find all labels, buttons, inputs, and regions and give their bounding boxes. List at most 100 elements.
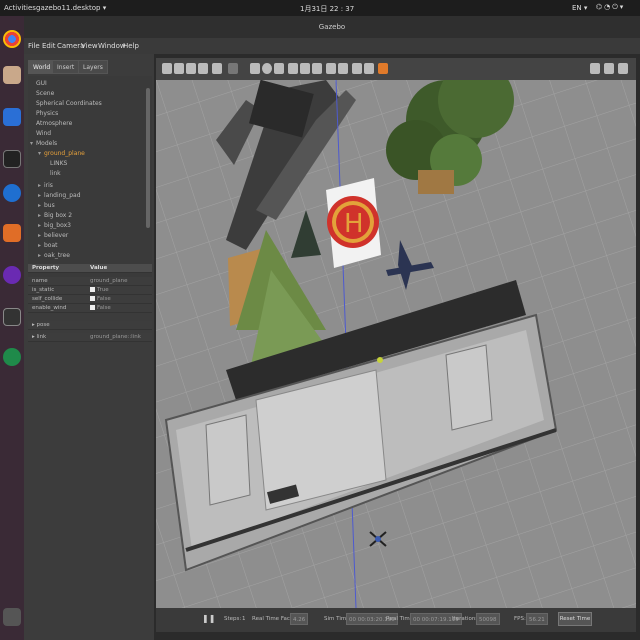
property-row-name[interactable]: name ground_plane (28, 277, 152, 286)
property-row-self-collide[interactable]: self_collide False (28, 295, 152, 304)
tree-item-link[interactable]: link (50, 170, 61, 177)
plot-icon[interactable] (618, 63, 628, 74)
tree-item-ground-plane[interactable]: ▾ ground_plane (38, 150, 85, 157)
selection-marker (377, 357, 383, 363)
software-icon[interactable] (3, 348, 21, 366)
box-shape-icon[interactable] (250, 63, 260, 74)
system-tray-icons[interactable]: ⌬◔⏻▾ (596, 3, 625, 12)
redo-icon[interactable] (228, 63, 238, 74)
model-label: oak_tree (44, 252, 70, 259)
tree-item-big-box3[interactable]: ▸ big_box3 (38, 222, 71, 229)
snap-icon[interactable] (364, 63, 374, 74)
align-icon[interactable] (352, 63, 362, 74)
checkbox-icon[interactable] (90, 296, 95, 301)
tab-insert[interactable]: Insert (52, 60, 80, 74)
models-label: Models (36, 140, 58, 147)
rotate-mode-icon[interactable] (186, 63, 196, 74)
select-mode-icon[interactable] (162, 63, 172, 74)
extension-icon[interactable] (3, 266, 21, 284)
property-key: ▸ pose (32, 322, 50, 328)
model-label: big_box3 (44, 222, 71, 229)
menu-file[interactable]: File (28, 42, 40, 50)
tree-item-physics[interactable]: Physics (36, 110, 58, 117)
tree-item-atmosphere[interactable]: Atmosphere (36, 120, 72, 127)
dock (0, 16, 24, 640)
tree-item-iris[interactable]: ▸ iris (38, 182, 53, 189)
property-header: Property Value (28, 264, 152, 273)
undo-icon[interactable] (212, 63, 222, 74)
monitor-icon[interactable] (3, 150, 21, 168)
checkbox-icon[interactable] (90, 305, 95, 310)
tree-item-spherical[interactable]: Spherical Coordinates (36, 100, 102, 107)
pose-label: pose (36, 322, 50, 328)
checkbox-checked-icon[interactable] (90, 287, 95, 292)
steps-label: Steps: (224, 616, 242, 622)
teamviewer-icon[interactable] (3, 184, 21, 202)
property-row-link[interactable]: ▸ link ground_plane::link (28, 333, 152, 342)
link-label: link (36, 334, 47, 340)
screenshot-icon[interactable] (590, 63, 600, 74)
reset-time-button[interactable]: Reset Time (558, 612, 592, 626)
menu-help[interactable]: Help (123, 42, 139, 50)
log-icon[interactable] (604, 63, 614, 74)
landing-pad: H (326, 178, 381, 268)
terminal-icon[interactable] (3, 308, 21, 326)
apps-grid-icon[interactable] (3, 608, 21, 626)
checkbox-label: False (97, 296, 111, 302)
tree-scrollbar[interactable] (146, 88, 150, 228)
tree-item-wind[interactable]: Wind (36, 130, 51, 137)
pause-icon[interactable]: ❚❚ (202, 614, 215, 623)
chrome-icon[interactable] (3, 30, 21, 48)
menu-edit[interactable]: Edit (42, 42, 56, 50)
steps-value[interactable]: 1 (242, 616, 246, 622)
writer-icon[interactable] (3, 108, 21, 126)
tree-item-models[interactable]: ▾ Models (30, 140, 57, 147)
window-titlebar: Gazebo (24, 16, 640, 38)
model-label: iris (44, 182, 53, 189)
property-row-is-static[interactable]: is_static True (28, 286, 152, 295)
tree-item-scene[interactable]: Scene (36, 90, 54, 97)
point-light-icon[interactable] (288, 63, 298, 74)
sphere-shape-icon[interactable] (262, 63, 272, 74)
tree-item-oak-tree[interactable]: ▸ oak_tree (38, 252, 70, 259)
files-icon[interactable] (3, 66, 21, 84)
tree-item-believer[interactable]: ▸ believer (38, 232, 68, 239)
checkbox-label: False (97, 305, 111, 311)
tree-item-big-box-2[interactable]: ▸ Big box 2 (38, 212, 72, 219)
big-box-3 (418, 170, 454, 194)
activities-button[interactable]: Activities (4, 4, 36, 12)
cylinder-shape-icon[interactable] (274, 63, 284, 74)
change-view-icon[interactable] (378, 63, 388, 74)
ground-plane-label: ground_plane (44, 150, 85, 157)
scale-mode-icon[interactable] (198, 63, 208, 74)
language-indicator[interactable]: EN ▾ (572, 4, 587, 12)
property-row-pose[interactable]: ▸ pose (28, 321, 152, 330)
scene-viewport[interactable]: H (156, 80, 636, 608)
tree-item-landing-pad[interactable]: ▸ landing_pad (38, 192, 81, 199)
property-header-label: Property (32, 265, 60, 271)
model-label: bus (44, 202, 55, 209)
tab-layers[interactable]: Layers (78, 60, 108, 74)
property-key: ▸ link (32, 334, 47, 340)
menu-window[interactable]: Window (98, 42, 126, 50)
rtf-value: 4.26 (290, 613, 309, 625)
time-panel: ❚❚ Steps: 1 Real Time Factor: 4.26 Sim T… (156, 608, 636, 632)
spot-light-icon[interactable] (300, 63, 310, 74)
system-top-bar: Activities gazebo11.desktop ▾ 1月31日 22 :… (0, 0, 640, 16)
menu-view[interactable]: View (81, 42, 98, 50)
tree-item-boat[interactable]: ▸ boat (38, 242, 58, 249)
window-title: Gazebo (318, 23, 346, 31)
paste-icon[interactable] (338, 63, 348, 74)
copy-icon[interactable] (326, 63, 336, 74)
iterations-value: 50098 (476, 613, 500, 625)
tree-item-bus[interactable]: ▸ bus (38, 202, 55, 209)
translate-mode-icon[interactable] (174, 63, 184, 74)
tree-item-gui[interactable]: GUI (36, 80, 47, 87)
tree-item-links[interactable]: LINKS (50, 160, 67, 167)
clock[interactable]: 1月31日 22 : 37 (300, 4, 354, 14)
world-tree: GUI Scene Spherical Coordinates Physics … (28, 76, 152, 286)
directional-light-icon[interactable] (312, 63, 322, 74)
property-row-enable-wind[interactable]: enable_wind False (28, 304, 152, 313)
app-menu[interactable]: gazebo11.desktop ▾ (36, 4, 106, 12)
gazebo-dock-icon[interactable] (3, 224, 21, 242)
